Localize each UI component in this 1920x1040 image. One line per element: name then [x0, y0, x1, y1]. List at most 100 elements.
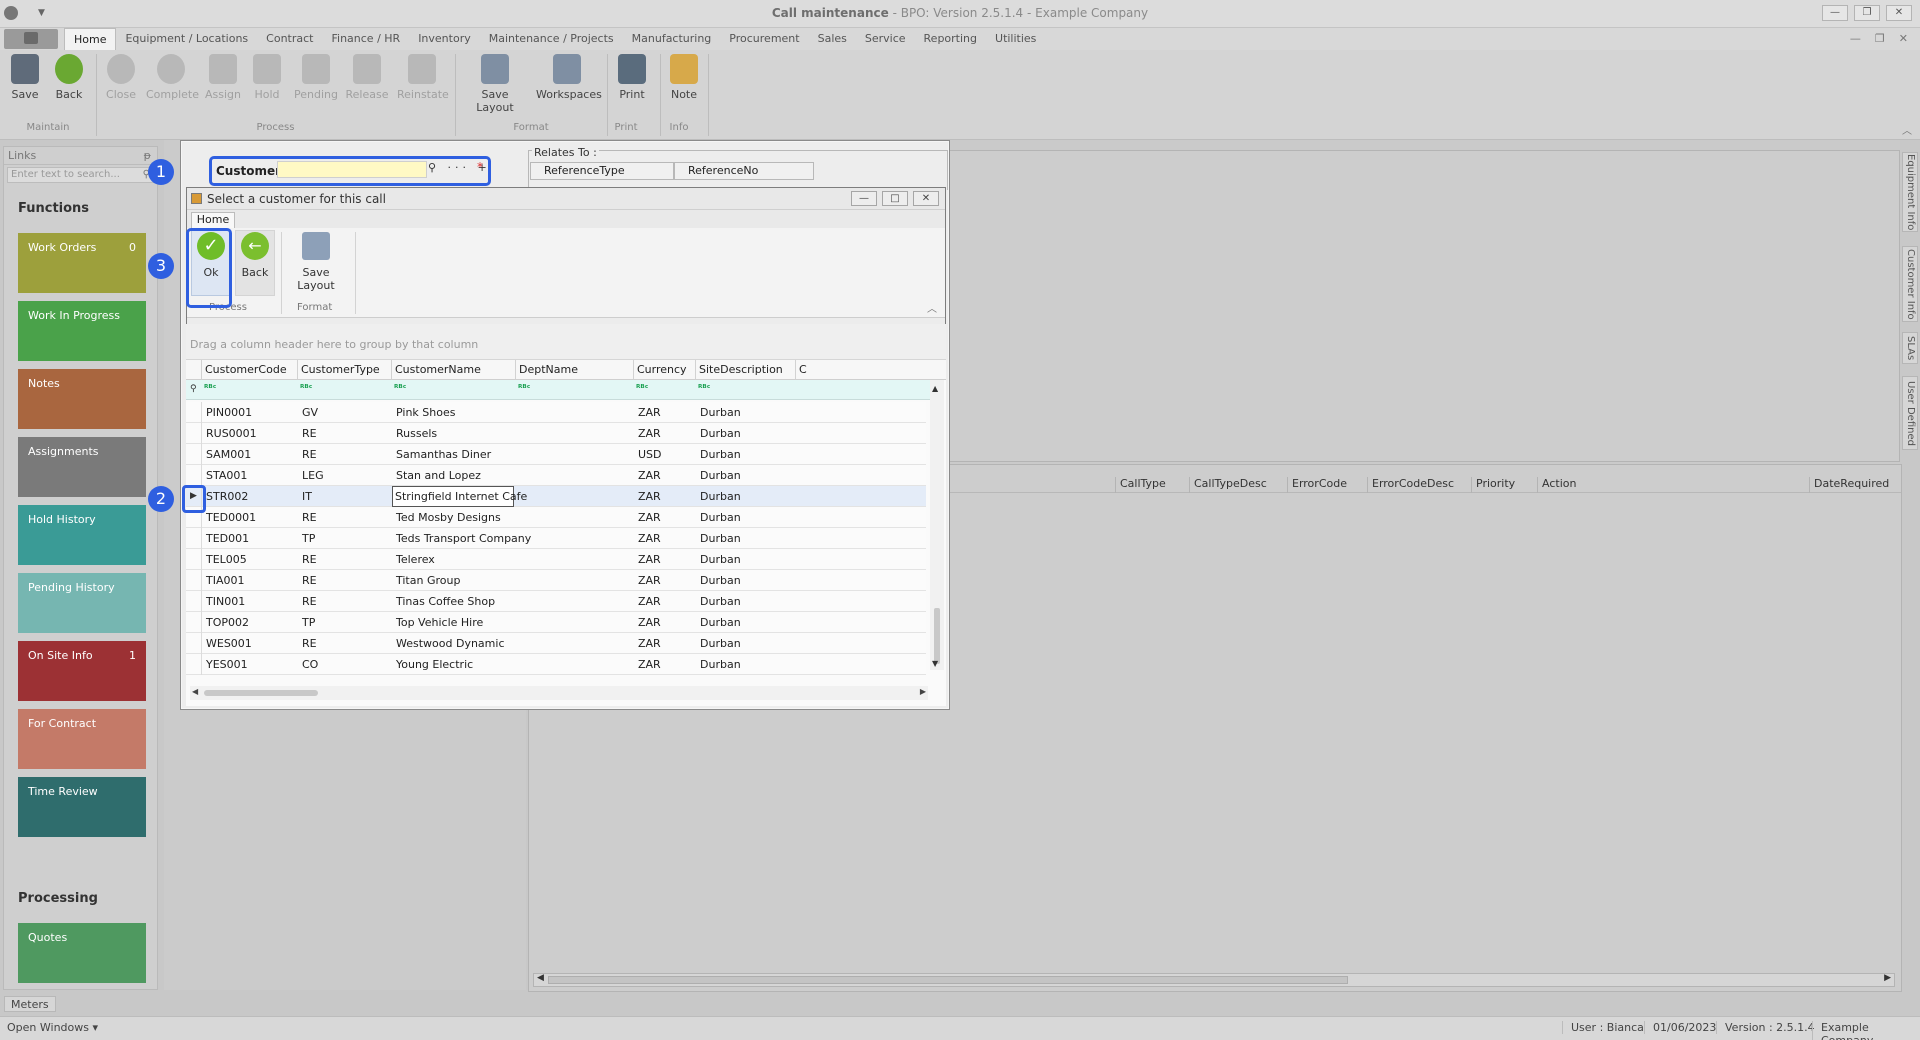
- row-indicator[interactable]: [186, 591, 202, 612]
- customer-type-cell[interactable]: RE: [302, 553, 317, 566]
- tab-equipment-info[interactable]: Equipment Info: [1902, 152, 1918, 232]
- customer-name-cell[interactable]: Stringfield Internet Cafe: [392, 486, 527, 507]
- site-description-cell[interactable]: Durban: [700, 532, 741, 545]
- customer-code-cell[interactable]: TIN001: [206, 595, 245, 608]
- col-calltypedesc[interactable]: CallTypeDesc: [1189, 477, 1287, 493]
- col-errorcode[interactable]: ErrorCode: [1287, 477, 1367, 493]
- tab-service[interactable]: Service: [856, 28, 915, 50]
- group-by-panel[interactable]: Drag a column header here to group by th…: [186, 324, 946, 360]
- application-menu-button[interactable]: [4, 29, 58, 49]
- tab-utilities[interactable]: Utilities: [986, 28, 1045, 50]
- currency-cell[interactable]: ZAR: [638, 595, 661, 608]
- tab-finance-hr[interactable]: Finance / HR: [322, 28, 409, 50]
- scroll-left-icon[interactable]: ◀: [537, 973, 544, 983]
- table-row[interactable]: TIA001 RE Titan Group ZAR Durban: [186, 570, 926, 591]
- tile-work-orders[interactable]: Work Orders 0: [18, 233, 146, 293]
- release-button[interactable]: Release: [342, 54, 392, 110]
- currency-cell[interactable]: ZAR: [638, 406, 661, 419]
- tile-notes[interactable]: Notes: [18, 369, 146, 429]
- tab-meters[interactable]: Meters: [4, 996, 56, 1012]
- customer-name-cell[interactable]: Russels: [396, 427, 437, 440]
- currency-cell[interactable]: ZAR: [638, 574, 661, 587]
- tab-home[interactable]: Home: [64, 28, 117, 50]
- table-row[interactable]: TOP002 TP Top Vehicle Hire ZAR Durban: [186, 612, 926, 633]
- customer-name-cell[interactable]: Tinas Coffee Shop: [396, 595, 495, 608]
- customer-name-cell[interactable]: Titan Group: [396, 574, 460, 587]
- customer-name-cell[interactable]: Young Electric: [396, 658, 473, 671]
- close-call-button[interactable]: Close: [96, 54, 146, 110]
- col-customertype[interactable]: CustomerType: [298, 360, 392, 380]
- customer-name-cell[interactable]: Pink Shoes: [396, 406, 455, 419]
- customer-code-cell[interactable]: PIN0001: [206, 406, 252, 419]
- tile-quotes[interactable]: Quotes: [18, 923, 146, 983]
- restore-button[interactable]: ❐: [1854, 5, 1880, 21]
- customer-code-cell[interactable]: TOP002: [206, 616, 249, 629]
- customer-type-cell[interactable]: CO: [302, 658, 318, 671]
- table-row[interactable]: RUS0001 RE Russels ZAR Durban: [186, 423, 926, 444]
- row-indicator[interactable]: [186, 444, 202, 465]
- filter-customername[interactable]: ᴿᴮᶜ: [394, 384, 406, 394]
- table-row[interactable]: STA001 LEG Stan and Lopez ZAR Durban: [186, 465, 926, 486]
- customer-code-cell[interactable]: RUS0001: [206, 427, 257, 440]
- table-row[interactable]: YES001 CO Young Electric ZAR Durban: [186, 654, 926, 675]
- col-errorcodedesc[interactable]: ErrorCodeDesc: [1367, 477, 1471, 493]
- hscroll-thumb[interactable]: [204, 690, 318, 696]
- mdi-minimize-button[interactable]: —: [1850, 32, 1861, 45]
- dialog-back-button[interactable]: ← Back: [235, 232, 275, 279]
- customer-name-cell[interactable]: Teds Transport Company: [396, 532, 531, 545]
- customer-code-cell[interactable]: YES001: [206, 658, 248, 671]
- dialog-tab-home[interactable]: Home: [191, 212, 235, 228]
- tab-maintenance-projects[interactable]: Maintenance / Projects: [480, 28, 623, 50]
- customer-name-cell[interactable]: Samanthas Diner: [396, 448, 491, 461]
- row-indicator[interactable]: [186, 528, 202, 549]
- row-indicator[interactable]: [186, 633, 202, 654]
- customer-type-cell[interactable]: RE: [302, 427, 317, 440]
- customer-code-cell[interactable]: TED0001: [206, 511, 256, 524]
- customer-name-cell[interactable]: Ted Mosby Designs: [396, 511, 501, 524]
- pending-button[interactable]: Pending: [291, 54, 341, 110]
- col-sitedescription[interactable]: SiteDescription: [696, 360, 796, 380]
- collapse-ribbon-icon[interactable]: ︿: [1902, 122, 1912, 137]
- back-button[interactable]: Back: [44, 54, 94, 110]
- currency-cell[interactable]: ZAR: [638, 637, 661, 650]
- tile-work-in-progress[interactable]: Work In Progress: [18, 301, 146, 361]
- col-referencetype[interactable]: ReferenceType: [530, 162, 674, 180]
- table-row[interactable]: WES001 RE Westwood Dynamic ZAR Durban: [186, 633, 926, 654]
- site-description-cell[interactable]: Durban: [700, 637, 741, 650]
- dialog-collapse-ribbon-icon[interactable]: ︿: [927, 300, 937, 315]
- row-indicator[interactable]: [186, 570, 202, 591]
- table-row[interactable]: TED001 TP Teds Transport Company ZAR Durban: [186, 528, 926, 549]
- site-description-cell[interactable]: Durban: [700, 490, 741, 503]
- tab-manufacturing[interactable]: Manufacturing: [623, 28, 721, 50]
- customer-code-cell[interactable]: STR002: [206, 490, 248, 503]
- row-indicator[interactable]: [186, 612, 202, 633]
- tab-sales[interactable]: Sales: [809, 28, 856, 50]
- scroll-thumb[interactable]: [548, 976, 1348, 984]
- row-indicator[interactable]: [186, 402, 202, 423]
- col-customercode[interactable]: CustomerCode: [202, 360, 298, 380]
- filter-sitedescription[interactable]: ᴿᴮᶜ: [698, 384, 710, 394]
- tab-contract[interactable]: Contract: [257, 28, 322, 50]
- assign-button[interactable]: Assign: [198, 54, 248, 110]
- col-calltype[interactable]: CallType: [1115, 477, 1189, 493]
- filter-customercode[interactable]: ᴿᴮᶜ: [204, 384, 216, 394]
- customer-type-cell[interactable]: RE: [302, 448, 317, 461]
- site-description-cell[interactable]: Durban: [700, 553, 741, 566]
- grid-vscroll[interactable]: ▲ ▼: [930, 380, 944, 670]
- site-description-cell[interactable]: Durban: [700, 511, 741, 524]
- tile-time-review[interactable]: Time Review: [18, 777, 146, 837]
- table-row[interactable]: TED0001 RE Ted Mosby Designs ZAR Durban: [186, 507, 926, 528]
- tab-user-defined[interactable]: User Defined: [1902, 376, 1918, 450]
- complete-button[interactable]: Complete: [146, 54, 199, 110]
- tile-hold-history[interactable]: Hold History: [18, 505, 146, 565]
- scroll-left-icon[interactable]: ◀: [192, 687, 198, 696]
- site-description-cell[interactable]: Durban: [700, 427, 741, 440]
- table-row[interactable]: ▶ STR002 IT Stringfield Internet Cafe ZAR Dur…: [186, 486, 926, 507]
- minimize-button[interactable]: —: [1822, 5, 1848, 21]
- customer-type-cell[interactable]: GV: [302, 406, 318, 419]
- dialog-close-button[interactable]: ✕: [913, 191, 939, 206]
- tab-customer-info[interactable]: Customer Info: [1902, 246, 1918, 322]
- customer-type-cell[interactable]: IT: [302, 490, 312, 503]
- save-layout-button[interactable]: Save Layout: [462, 54, 528, 114]
- currency-cell[interactable]: ZAR: [638, 490, 661, 503]
